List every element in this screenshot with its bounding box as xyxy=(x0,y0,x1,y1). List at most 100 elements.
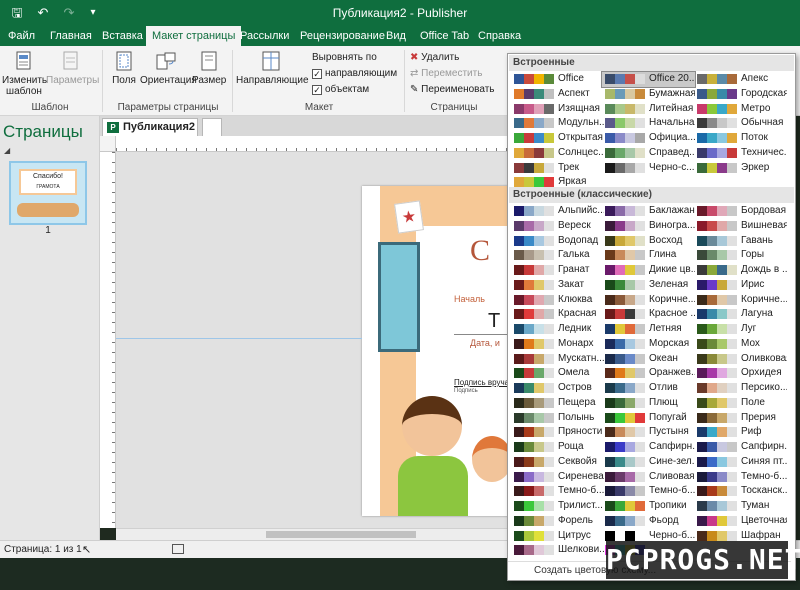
color-scheme-option[interactable]: Роща xyxy=(511,440,604,455)
color-scheme-option[interactable]: Галька xyxy=(511,248,604,263)
change-template-button[interactable]: Изменить шаблон xyxy=(2,50,47,97)
color-scheme-option[interactable]: Сапфирн... xyxy=(694,440,787,455)
color-scheme-option[interactable]: Цитрус xyxy=(511,529,604,544)
color-scheme-option[interactable]: Клюква xyxy=(511,293,604,308)
color-scheme-option[interactable]: Техничес... xyxy=(694,146,787,161)
color-scheme-option[interactable]: Прерия xyxy=(694,411,787,426)
color-scheme-option[interactable]: Поток xyxy=(694,131,787,146)
color-scheme-option[interactable]: Официа... xyxy=(602,131,695,146)
color-scheme-option[interactable]: Поле xyxy=(694,396,787,411)
color-scheme-option[interactable]: Отлив xyxy=(602,381,695,396)
color-scheme-option[interactable]: Красная xyxy=(511,307,604,322)
color-scheme-option[interactable]: Летняя xyxy=(602,322,695,337)
layout-view-icon[interactable] xyxy=(172,544,184,554)
guide-line[interactable] xyxy=(116,338,362,339)
tab-mailings[interactable]: Рассылки xyxy=(234,26,295,46)
color-scheme-option[interactable]: Дикие цв... xyxy=(602,263,695,278)
tab-page-layout[interactable]: Макет страницы xyxy=(146,26,242,46)
color-scheme-option[interactable]: Пряности xyxy=(511,425,604,440)
page-thumbnail[interactable]: Спасибо! ГРАМОТА xyxy=(9,161,87,225)
scrollbar-thumb[interactable] xyxy=(266,531,416,538)
new-tab-button[interactable] xyxy=(202,118,222,136)
tab-review[interactable]: Рецензирование xyxy=(294,26,391,46)
color-scheme-option[interactable]: Глина xyxy=(602,248,695,263)
color-scheme-option[interactable]: Модульн... xyxy=(511,116,604,131)
color-scheme-option[interactable]: Пустыня xyxy=(602,425,695,440)
color-scheme-option[interactable]: Темно-б... xyxy=(602,484,695,499)
page-count-status[interactable]: Страница: 1 из 1 xyxy=(4,544,82,555)
color-scheme-option[interactable]: Синяя пт... xyxy=(694,455,787,470)
color-scheme-option[interactable]: Секвойя xyxy=(511,455,604,470)
color-schemes-dropdown[interactable]: Встроенные Office Office 20... Апекс Аспект… xyxy=(507,53,796,581)
color-scheme-option[interactable]: Лагуна xyxy=(694,307,787,322)
color-scheme-option[interactable]: Office xyxy=(511,72,604,87)
certificate-page[interactable]: ★ С Началь Т Дата, и Подпись вруча Подпи… xyxy=(362,186,510,516)
color-scheme-option[interactable]: Справед... xyxy=(602,146,695,161)
color-scheme-option[interactable]: Гавань xyxy=(694,234,787,249)
color-scheme-option[interactable]: Виногра... xyxy=(602,219,695,234)
color-scheme-option[interactable]: Начальная xyxy=(602,116,695,131)
move-page-button[interactable]: ⇄ Переместить xyxy=(410,68,482,79)
color-scheme-option[interactable]: Восход xyxy=(602,234,695,249)
color-scheme-option[interactable]: Баклажан xyxy=(602,204,695,219)
align-objects-checkbox[interactable]: ✓ объектам xyxy=(312,84,369,95)
color-scheme-option[interactable]: Дождь в ... xyxy=(694,263,787,278)
color-scheme-option[interactable]: Ледник xyxy=(511,322,604,337)
tab-office-tab[interactable]: Office Tab xyxy=(414,26,475,46)
color-scheme-option[interactable]: Темно-б... xyxy=(511,484,604,499)
align-guides-checkbox[interactable]: ✓ направляющим xyxy=(312,68,397,79)
tab-help[interactable]: Справка xyxy=(472,26,527,46)
color-scheme-option[interactable]: Сиреневая xyxy=(511,470,604,485)
color-scheme-option[interactable]: Попугай xyxy=(602,411,695,426)
color-scheme-option[interactable]: Туман xyxy=(694,499,787,514)
color-scheme-option[interactable]: Солнцес... xyxy=(511,146,604,161)
color-scheme-option[interactable]: Литейная xyxy=(602,102,695,117)
vertical-ruler[interactable] xyxy=(100,152,116,528)
color-scheme-option[interactable]: Плющ xyxy=(602,396,695,411)
color-scheme-option[interactable]: Вереск xyxy=(511,219,604,234)
delete-page-button[interactable]: ✖ Удалить xyxy=(410,52,459,63)
document-tab[interactable]: P Публикация2 xyxy=(102,118,198,136)
tab-home[interactable]: Главная xyxy=(44,26,98,46)
color-scheme-option[interactable]: Тропики xyxy=(602,499,695,514)
color-scheme-option[interactable]: Мох xyxy=(694,337,787,352)
horizontal-ruler[interactable] xyxy=(116,136,510,152)
color-scheme-option[interactable]: Остров xyxy=(511,381,604,396)
color-scheme-option[interactable]: Черно-с... xyxy=(602,161,695,176)
color-scheme-option[interactable]: Горы xyxy=(694,248,787,263)
color-scheme-option[interactable]: Луг xyxy=(694,322,787,337)
color-scheme-option[interactable]: Пещера xyxy=(511,396,604,411)
color-scheme-option[interactable]: Изящная xyxy=(511,102,604,117)
color-scheme-option[interactable]: Бумажная xyxy=(602,87,695,102)
color-scheme-option[interactable]: Аспект xyxy=(511,87,604,102)
margins-button[interactable]: Поля xyxy=(108,50,140,86)
color-scheme-option[interactable]: Метро xyxy=(694,102,787,117)
color-scheme-option[interactable]: Ирис xyxy=(694,278,787,293)
color-scheme-option[interactable]: Сапфирн... xyxy=(602,440,695,455)
color-scheme-option[interactable]: Эркер xyxy=(694,161,787,176)
color-scheme-option[interactable]: Трилист... xyxy=(511,499,604,514)
color-scheme-option[interactable]: Темно-б... xyxy=(694,470,787,485)
color-scheme-option[interactable]: Office 20... xyxy=(601,71,696,88)
color-scheme-option[interactable]: Фьорд xyxy=(602,514,695,529)
tab-insert[interactable]: Вставка xyxy=(96,26,149,46)
tab-view[interactable]: Вид xyxy=(380,26,412,46)
horizontal-scrollbar[interactable] xyxy=(116,528,510,540)
color-scheme-option[interactable]: Омела xyxy=(511,366,604,381)
color-scheme-option[interactable]: Зеленая xyxy=(602,278,695,293)
color-scheme-option[interactable]: Красное ... xyxy=(602,307,695,322)
color-scheme-option[interactable]: Сине-зел... xyxy=(602,455,695,470)
tab-file[interactable]: Файл xyxy=(2,26,41,46)
document-canvas[interactable]: ★ С Началь Т Дата, и Подпись вруча Подпи… xyxy=(116,152,510,528)
color-scheme-option[interactable]: Альпийс... xyxy=(511,204,604,219)
color-scheme-option[interactable]: Бордовая xyxy=(694,204,787,219)
color-scheme-option[interactable]: Водопад xyxy=(511,234,604,249)
color-scheme-option[interactable]: Оранжев... xyxy=(602,366,695,381)
color-scheme-option[interactable]: Оливковая xyxy=(694,352,787,367)
color-scheme-option[interactable]: Трек xyxy=(511,161,604,176)
color-scheme-option[interactable]: Риф xyxy=(694,425,787,440)
color-scheme-option[interactable]: Гранат xyxy=(511,263,604,278)
color-scheme-option[interactable]: Коричне... xyxy=(602,293,695,308)
color-scheme-option[interactable]: Апекс xyxy=(694,72,787,87)
guides-button[interactable]: Направляющие xyxy=(236,50,309,86)
